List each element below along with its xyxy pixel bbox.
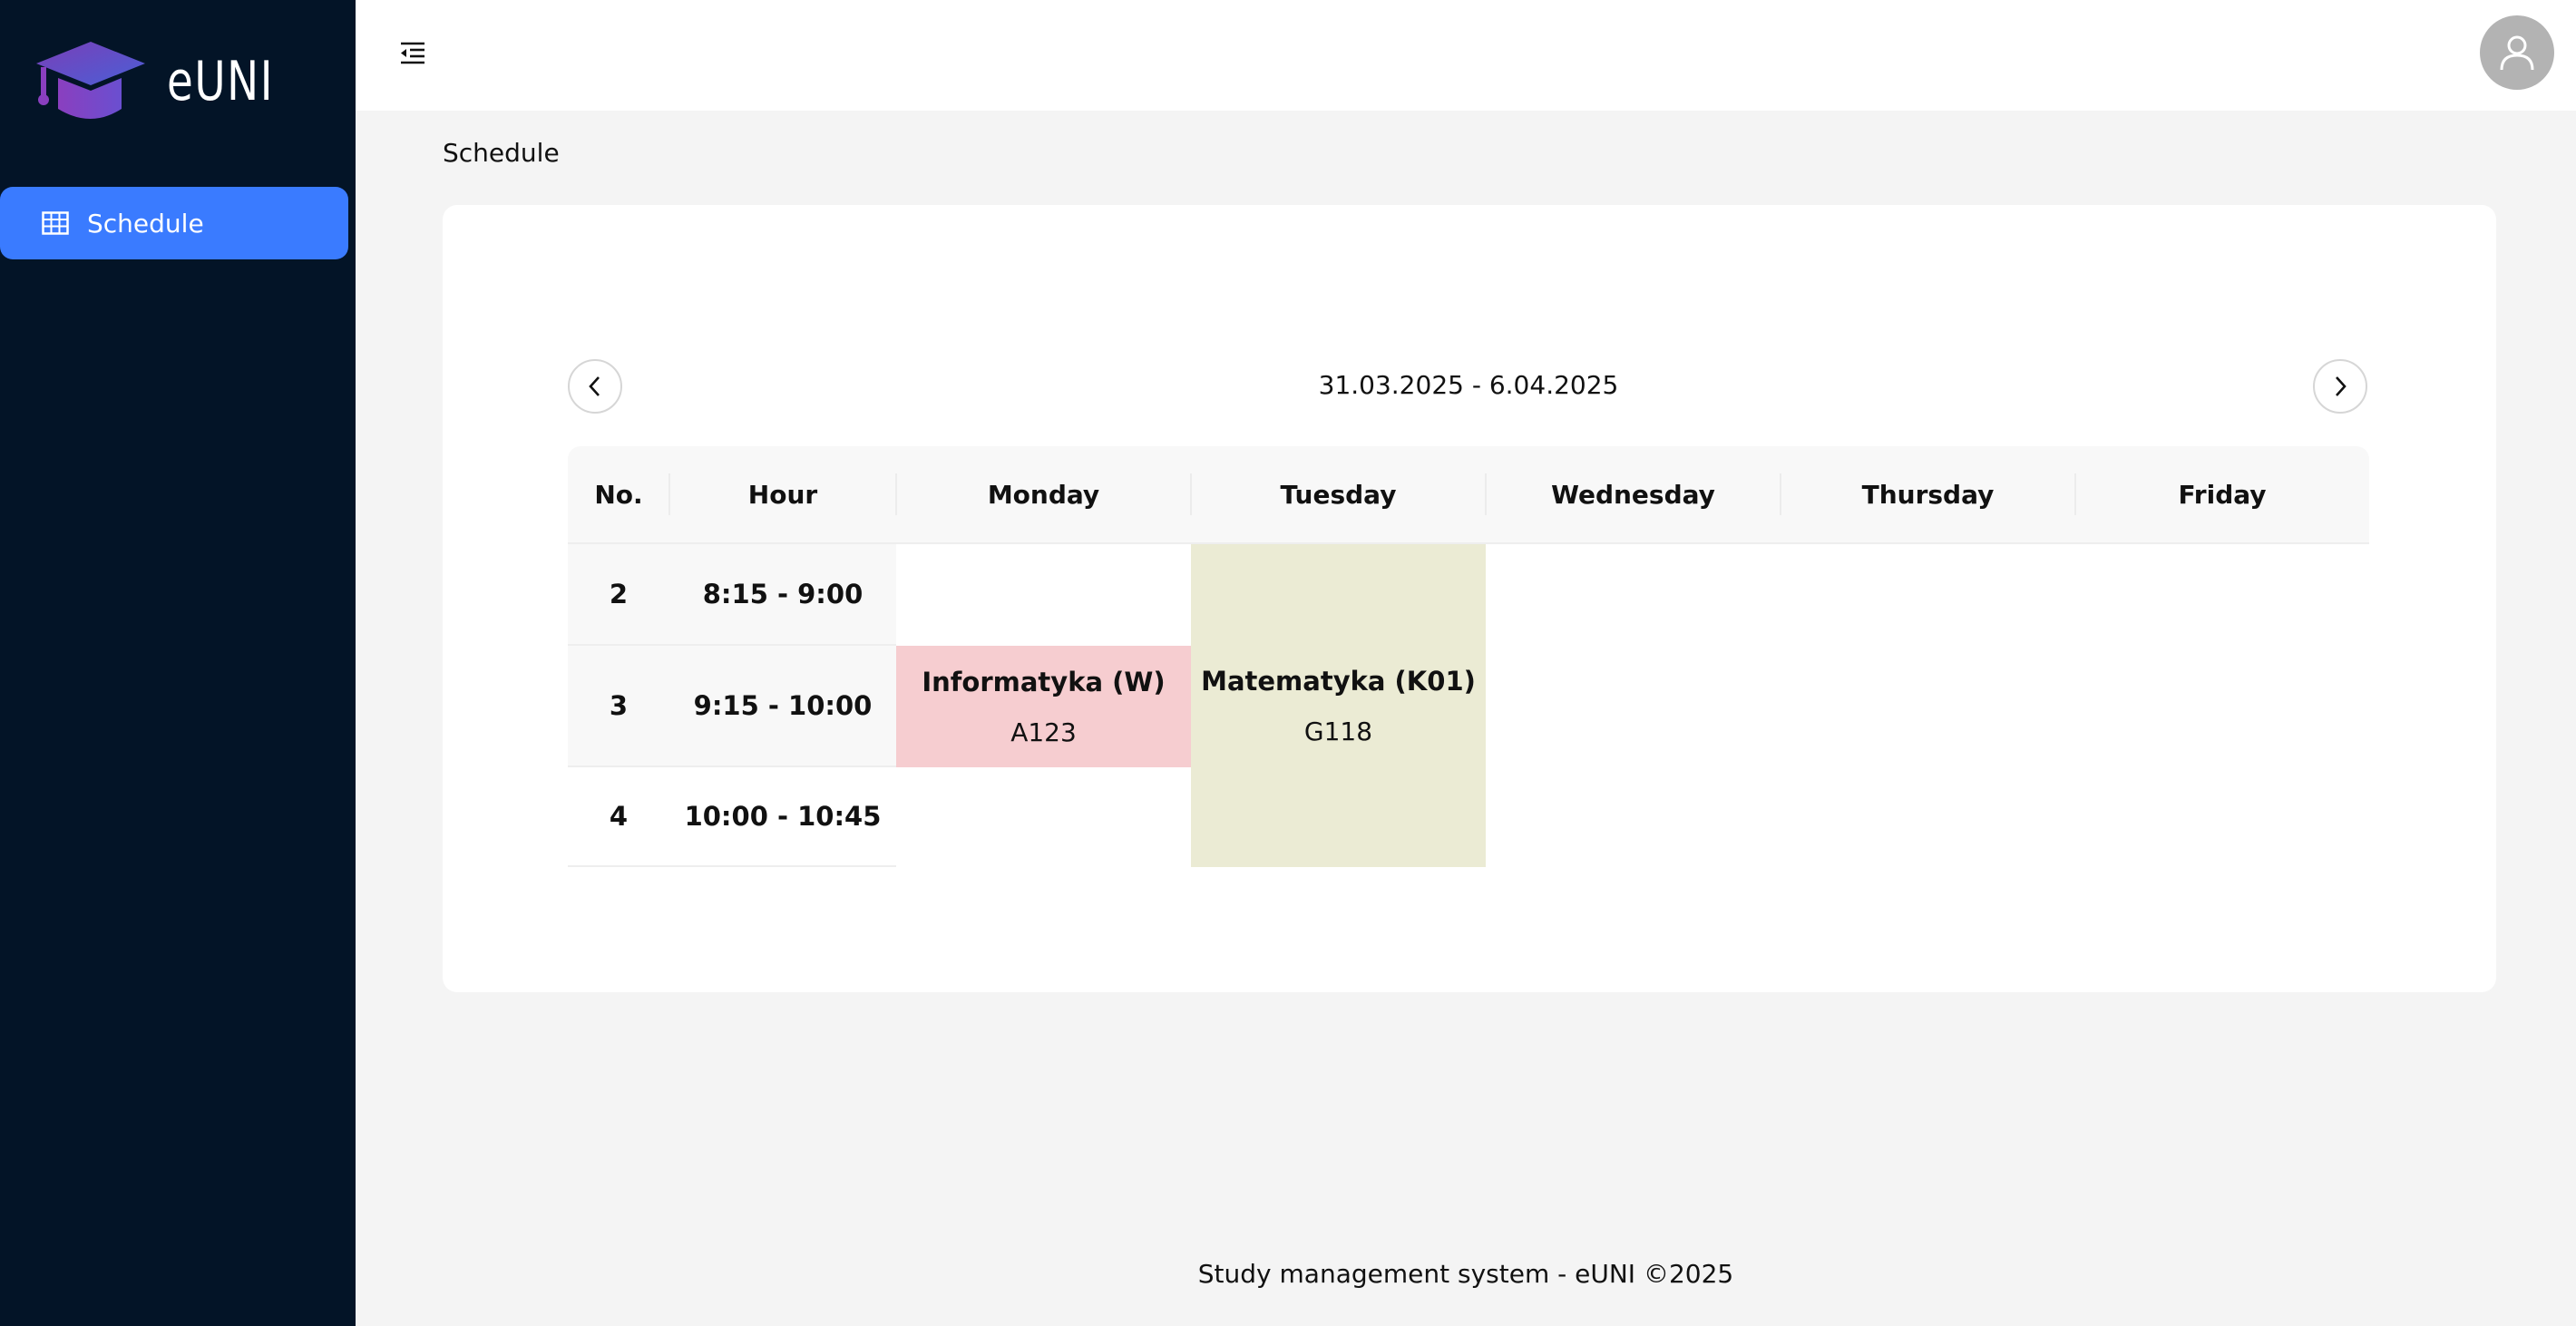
cell-no: 3 [609,690,629,721]
sidebar-item-label: Schedule [87,208,204,239]
event-name: Informatyka (W) [922,666,1166,697]
user-icon [2500,35,2534,71]
column-header-no: No. [594,479,643,510]
breadcrumb: Schedule [443,138,560,168]
menu-fold-icon[interactable] [397,38,428,69]
column-header-friday: Friday [2178,479,2267,510]
event-informatyka[interactable]: Informatyka (W) A123 [896,646,1191,767]
column-header-thursday: Thursday [1861,479,1995,510]
next-week-button[interactable] [2313,359,2367,414]
app-name: eUNI [167,50,275,113]
cell-hour: 8:15 - 9:00 [702,579,864,609]
column-header-tuesday: Tuesday [1280,479,1397,510]
cell-no: 2 [609,579,629,609]
app-logo[interactable]: eUNI [34,40,304,123]
cell-hour: 10:00 - 10:45 [684,801,882,832]
schedule-card: 31.03.2025 - 6.04.2025 No. Hour Monday T… [443,205,2496,992]
column-header-wednesday: Wednesday [1551,479,1715,510]
cell-hour: 9:15 - 10:00 [693,690,873,721]
chevron-right-icon [2336,376,2347,396]
table-icon [42,211,69,235]
row-divider [568,865,896,867]
graduation-cap-icon [36,42,145,119]
footer: Study management system - eUNI ©2025 [1197,1259,1734,1289]
column-header-hour: Hour [747,479,818,510]
week-range: 31.03.2025 - 6.04.2025 [1318,370,1619,400]
event-name: Matematyka (K01) [1201,665,1476,697]
event-matematyka[interactable]: Matematyka (K01) G118 [1191,544,1486,867]
sidebar: eUNI Schedule [0,0,356,1326]
event-room: A123 [1010,717,1077,747]
table-header: No. Hour Monday Tuesday Wednesday Thursd… [568,446,2369,544]
sidebar-item-schedule[interactable]: Schedule [0,187,348,259]
cell-no: 4 [609,801,629,832]
column-header-monday: Monday [987,479,1100,510]
event-room: G118 [1303,716,1373,746]
avatar[interactable] [2480,15,2554,90]
top-header [356,0,2576,111]
